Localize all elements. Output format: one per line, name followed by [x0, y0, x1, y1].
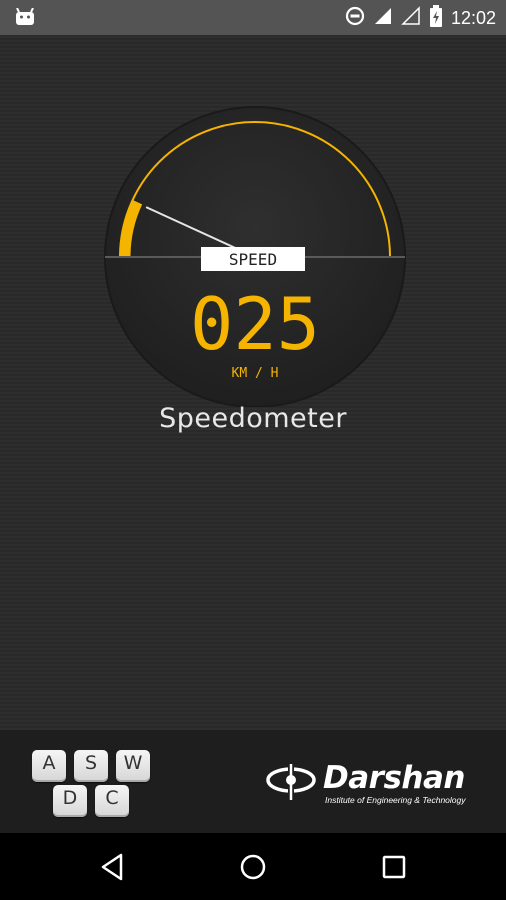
back-icon[interactable]	[97, 851, 129, 883]
key-c: C	[95, 785, 129, 817]
speed-unit: KM / H	[232, 366, 279, 381]
home-icon[interactable]	[237, 851, 269, 883]
key-s: S	[74, 750, 108, 782]
speed-label: SPEED	[229, 250, 277, 269]
app-title: Speedometer	[159, 403, 347, 434]
clock: 12:02	[450, 7, 496, 28]
key-w: W	[116, 750, 150, 782]
status-bar: 12:02	[0, 0, 506, 35]
darshan-emblem-icon	[266, 764, 316, 800]
signal-icon	[373, 6, 393, 30]
brand-name: Darshan	[323, 760, 465, 796]
main-content: SPEED 025 KM / H Speedometer	[0, 35, 506, 730]
key-d: D	[53, 785, 87, 817]
do-not-disturb-icon	[345, 6, 365, 30]
key-a: A	[32, 750, 66, 782]
darshan-logo: Darshan Institute of Engineering & Techn…	[265, 758, 485, 808]
footer: A S W D C Darshan Institute of Engineeri…	[0, 730, 506, 833]
brand-tagline: Institute of Engineering & Technology	[325, 795, 466, 805]
recents-icon[interactable]	[378, 851, 410, 883]
navigation-bar	[0, 833, 506, 900]
speedometer-gauge: SPEED 025 KM / H	[100, 87, 410, 408]
no-signal-icon	[401, 6, 421, 30]
speed-value: 025	[190, 282, 320, 366]
android-icon	[14, 7, 36, 30]
battery-charging-icon	[429, 5, 443, 31]
